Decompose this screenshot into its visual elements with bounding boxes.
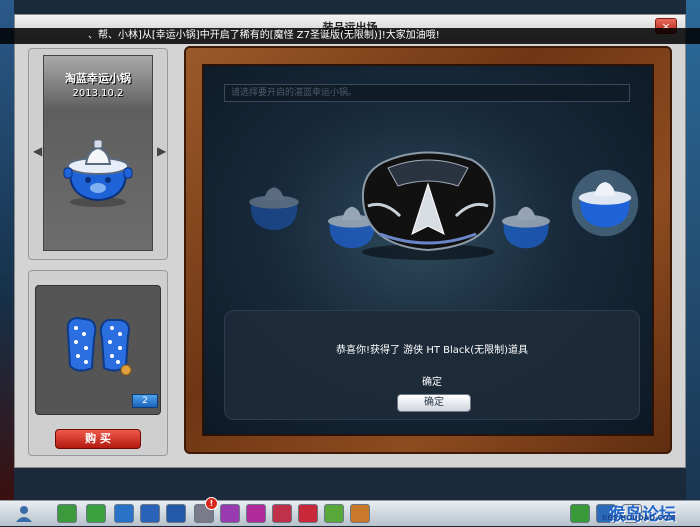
pot-left-icon — [249, 187, 299, 231]
pot-right-icon — [571, 169, 639, 237]
chat-icon[interactable] — [350, 504, 370, 523]
friends-icon[interactable] — [220, 504, 240, 523]
confirm-button[interactable]: 确定 — [397, 394, 471, 412]
wooden-display-frame: 请选择要开启的湛蓝幸运小锅。 恭喜你!获得了 游侠 HT Black(无限制)道… — [184, 46, 672, 454]
race-car-icon — [362, 151, 496, 260]
note-icon[interactable] — [570, 504, 590, 523]
item-count-badge: 2 — [132, 394, 158, 408]
reward-message: 恭喜你!获得了 游侠 HT Black(无限制)道具 — [335, 345, 529, 356]
tools-icon[interactable] — [140, 504, 160, 523]
notification-badge: ! — [205, 497, 218, 510]
shop-icon[interactable] — [86, 504, 106, 523]
back-icon[interactable] — [57, 504, 77, 523]
reward-item-card: 2 — [35, 285, 161, 415]
game-background-left — [0, 0, 14, 500]
announcement-text: 、帮、小林]从[幸运小锅]中开启了稀有的[魔怪 Z7圣诞版(无限制)]!大家加油… — [88, 30, 440, 41]
next-item-arrow-icon[interactable]: ▶ — [157, 144, 166, 158]
home-icon[interactable] — [114, 504, 134, 523]
book-icon[interactable] — [298, 504, 318, 523]
team-icon[interactable] — [324, 504, 344, 523]
car-icon[interactable] — [246, 504, 266, 523]
item-selector-panel: ◀ ▶ 淘蓝幸运小锅 2013.10.2 — [28, 48, 168, 260]
user-icon[interactable] — [14, 504, 34, 523]
confirm-label: 确定 — [422, 377, 442, 388]
announcement-marquee: 、帮、小林]从[幸运小锅]中开启了稀有的[魔怪 Z7圣诞版(无限制)]!大家加油… — [0, 28, 700, 44]
item-date: 2013.10.2 — [72, 88, 124, 99]
gloves-icon — [66, 316, 132, 376]
game-taskbar — [0, 500, 700, 526]
buy-button[interactable]: 购 买 — [55, 429, 141, 449]
settings-icon[interactable] — [166, 504, 186, 523]
item-card: 淘蓝幸运小锅 2013.10.2 — [43, 55, 153, 251]
forum-logo-url: BBS.HOUDAO.COM — [602, 514, 676, 522]
reward-dialog: 恭喜你!获得了 游侠 HT Black(无限制)道具 确定 确定 — [224, 310, 640, 420]
item-name: 淘蓝幸运小锅 — [65, 72, 131, 85]
heart-icon[interactable] — [272, 504, 292, 523]
reward-preview-panel: 2 购 买 — [28, 270, 168, 456]
lucky-pot-icon — [63, 139, 133, 207]
prev-item-arrow-icon[interactable]: ◀ — [33, 144, 42, 158]
pot-display-screen: 请选择要开启的湛蓝幸运小锅。 恭喜你!获得了 游侠 HT Black(无限制)道… — [202, 64, 654, 436]
pot-select-field[interactable]: 请选择要开启的湛蓝幸运小锅。 — [224, 84, 630, 102]
game-background-right — [686, 0, 700, 500]
